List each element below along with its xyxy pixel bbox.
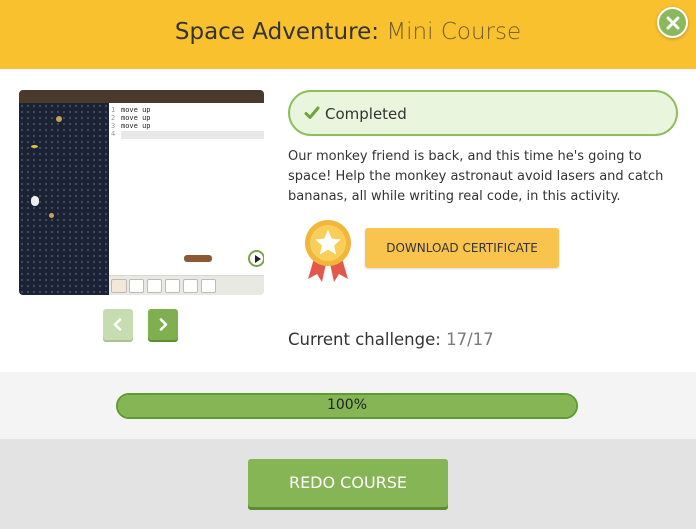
course-description: Our monkey friend is back, and this time…: [288, 149, 664, 204]
close-icon: [666, 16, 680, 30]
preview-code: 1 move up 2 move up 3 move up 4: [111, 106, 151, 138]
course-title: Space Adventure: Mini Course: [0, 19, 696, 45]
close-button[interactable]: [657, 7, 688, 38]
preview-topbar: [19, 90, 264, 103]
chevron-right-icon: [159, 318, 168, 331]
current-challenge-value: 17/17: [446, 330, 494, 349]
preview-toolbar-button: [129, 279, 144, 293]
completed-status-badge: Completed: [288, 90, 678, 136]
preview-toolbar-button: [147, 279, 162, 293]
chevron-left-icon: [113, 318, 122, 331]
code-line: 3 move up: [111, 122, 151, 130]
code-line: 1 move up: [111, 106, 151, 114]
preview-banana: [31, 145, 38, 148]
star-badge-icon: [305, 220, 351, 282]
preview-toolbar-button: [111, 279, 127, 293]
preview-toolbar-button: [201, 279, 216, 293]
preview-monkey-hand: [184, 255, 212, 262]
course-preview-image: 1 move up 2 move up 3 move up 4: [19, 90, 264, 295]
code-line: 2 move up: [111, 114, 151, 122]
preview-space-scene: [19, 103, 109, 295]
previous-slide-button[interactable]: [103, 309, 133, 340]
download-certificate-button[interactable]: DOWNLOAD CERTIFICATE: [365, 228, 559, 268]
preview-asteroid: [49, 213, 54, 218]
preview-planet: [56, 116, 62, 122]
play-icon: [248, 250, 264, 267]
current-challenge-label: Current challenge:: [288, 330, 441, 349]
redo-course-button[interactable]: REDO COURSE: [248, 459, 448, 507]
next-slide-button[interactable]: [148, 309, 178, 340]
preview-toolbar-button: [165, 279, 180, 293]
preview-toolbar: [109, 275, 264, 295]
current-challenge: Current challenge: 17/17: [288, 330, 494, 349]
preview-code-editor: 1 move up 2 move up 3 move up 4: [109, 103, 264, 273]
course-title-sub: Mini Course: [386, 19, 522, 45]
preview-monkey-astronaut: [31, 196, 39, 206]
code-line: 4: [111, 130, 116, 138]
progress-label: 100%: [326, 397, 368, 413]
course-title-main: Space Adventure:: [174, 19, 379, 45]
check-icon: [304, 106, 320, 119]
preview-toolbar-button: [183, 279, 198, 293]
completed-label: Completed: [325, 105, 407, 123]
